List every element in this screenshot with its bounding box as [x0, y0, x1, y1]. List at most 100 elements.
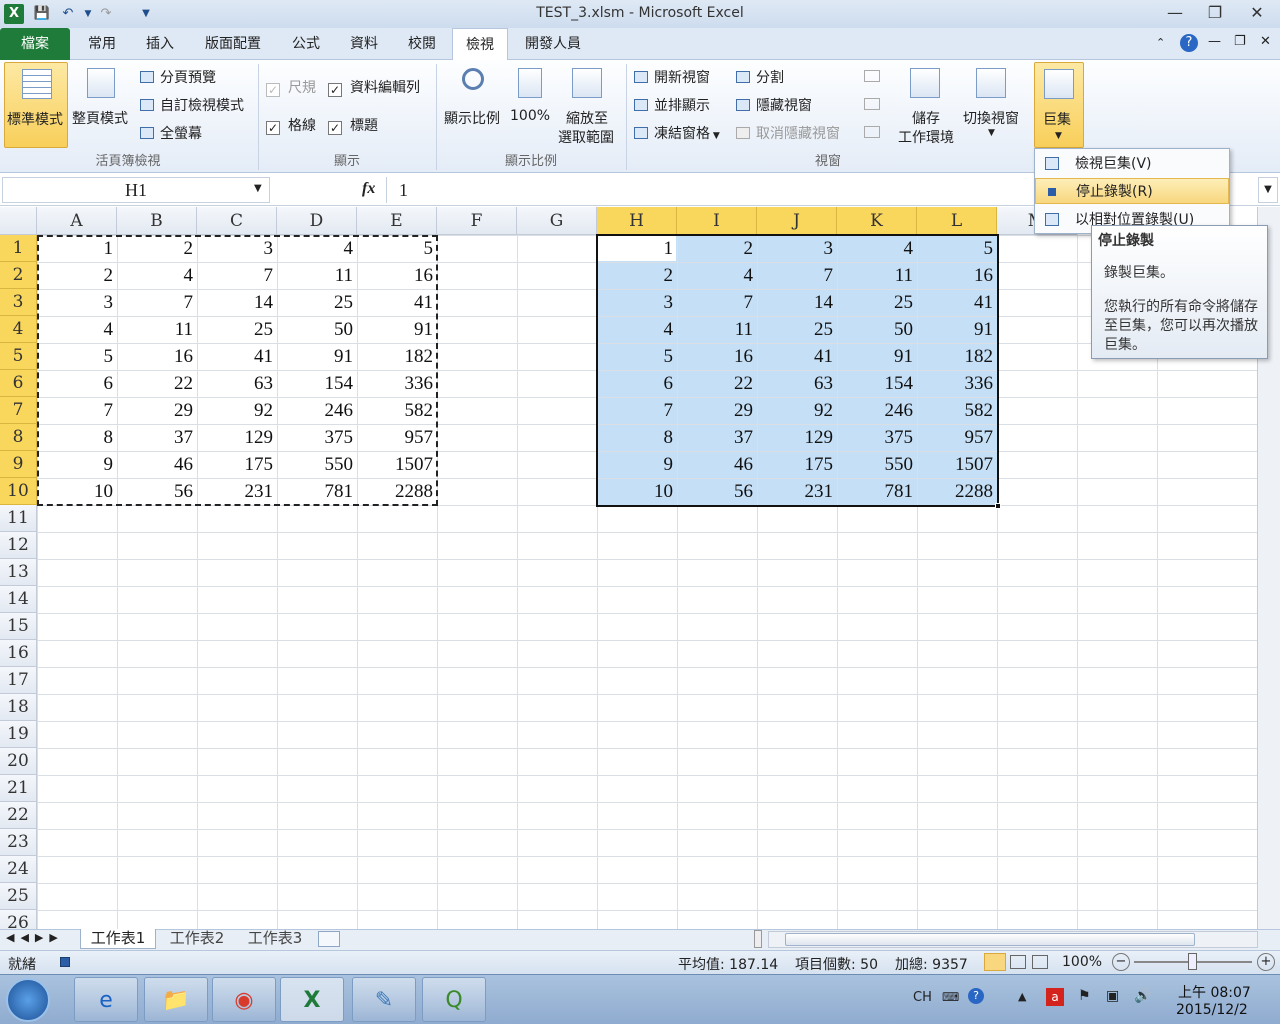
tab-split-handle[interactable] [754, 930, 762, 948]
zoom-level[interactable]: 100% [1062, 954, 1102, 970]
column-header[interactable]: L [917, 207, 997, 235]
headings-checkbox[interactable]: ✓ 標題 [328, 115, 378, 135]
row-header[interactable]: 18 [0, 694, 37, 721]
page-break-status-icon[interactable] [1032, 955, 1048, 969]
clock-date[interactable]: 2015/12/2 [1176, 1002, 1248, 1018]
row-header[interactable]: 15 [0, 613, 37, 640]
normal-view-button[interactable]: 標準模式 [4, 62, 68, 148]
column-header[interactable]: J [757, 207, 837, 235]
row-header[interactable]: 5 [0, 343, 37, 370]
row-header[interactable]: 3 [0, 289, 37, 316]
hide-window-button[interactable]: 隱藏視窗 [736, 95, 812, 115]
doc-minimize-icon[interactable]: — [1208, 34, 1221, 49]
column-header[interactable]: G [517, 207, 597, 235]
column-header[interactable]: I [677, 207, 757, 235]
row-header[interactable]: 8 [0, 424, 37, 451]
ribbon-collapse-icon[interactable]: ⌃ [1156, 36, 1165, 49]
close-button[interactable]: ✕ [1240, 2, 1274, 24]
tab-developer[interactable]: 開發人員 [514, 28, 592, 60]
row-header[interactable]: 23 [0, 829, 37, 856]
column-header[interactable]: F [437, 207, 517, 235]
row-header[interactable]: 20 [0, 748, 37, 775]
start-button[interactable] [6, 978, 50, 1022]
clock-time[interactable]: 上午 08:07 [1178, 982, 1251, 1002]
page-layout-button[interactable]: 整頁模式 [70, 62, 134, 148]
zoom-in-icon[interactable]: + [1257, 953, 1275, 971]
horizontal-scrollbar[interactable] [768, 931, 1258, 948]
row-header[interactable]: 9 [0, 451, 37, 478]
zoom-out-icon[interactable]: − [1112, 953, 1130, 971]
insert-function-icon[interactable]: fx [362, 180, 375, 198]
row-header[interactable]: 1 [0, 235, 37, 262]
help-icon[interactable]: ? [1180, 34, 1198, 52]
row-header[interactable]: 19 [0, 721, 37, 748]
antivirus-icon[interactable]: a [1046, 988, 1064, 1006]
name-box-dropdown-icon[interactable]: ▼ [254, 183, 262, 194]
new-window-button[interactable]: 開新視窗 [634, 67, 710, 87]
doc-restore-icon[interactable]: ❐ [1234, 34, 1246, 49]
zoom-to-selection-button[interactable]: 縮放至 選取範圍 [556, 62, 622, 148]
full-screen-button[interactable]: 全螢幕 [140, 123, 202, 143]
insert-sheet-icon[interactable] [318, 931, 340, 947]
row-header[interactable]: 11 [0, 505, 37, 532]
expand-formula-icon[interactable]: ▼ [1258, 177, 1278, 203]
horizontal-scroll-thumb[interactable] [785, 933, 1195, 946]
row-header[interactable]: 24 [0, 856, 37, 883]
tab-data[interactable]: 資料 [338, 28, 390, 60]
ruler-checkbox[interactable]: ✓ 尺規 [266, 77, 316, 97]
network-icon[interactable]: ▣ [1106, 988, 1119, 1004]
row-header[interactable]: 13 [0, 559, 37, 586]
row-header[interactable]: 17 [0, 667, 37, 694]
column-header[interactable]: A [37, 207, 117, 235]
zoom-button[interactable]: 顯示比例 [442, 62, 506, 148]
zoom-100-button[interactable]: 100% [508, 62, 554, 148]
row-header[interactable]: 10 [0, 478, 37, 505]
arrange-all-button[interactable]: 並排顯示 [634, 95, 710, 115]
split-button[interactable]: 分割 [736, 67, 784, 87]
stop-macro-status-icon[interactable] [60, 957, 70, 967]
row-header[interactable]: 22 [0, 802, 37, 829]
zoom-slider-thumb[interactable] [1188, 953, 1197, 970]
row-header[interactable]: 12 [0, 532, 37, 559]
minimize-button[interactable]: — [1158, 2, 1192, 24]
custom-views-button[interactable]: 自訂檢視模式 [140, 95, 244, 115]
input-language[interactable]: CH [913, 990, 932, 1005]
notepad-icon[interactable]: ✎ [352, 977, 416, 1022]
page-break-preview-button[interactable]: 分頁預覽 [140, 67, 216, 87]
switch-windows-button[interactable]: 切換視窗 ▼ [960, 62, 1026, 148]
excel-taskbar-icon[interactable]: X [280, 977, 344, 1022]
macros-button[interactable]: 巨集 ▼ [1034, 62, 1084, 148]
name-box[interactable]: H1 [2, 177, 270, 203]
normal-view-status-icon[interactable] [984, 953, 1006, 971]
column-header[interactable]: C [197, 207, 277, 235]
sheet-tab-2[interactable]: 工作表2 [160, 929, 234, 949]
row-header[interactable]: 26 [0, 910, 37, 929]
fill-handle[interactable] [995, 503, 1001, 509]
save-workspace-button[interactable]: 儲存 工作環境 [896, 62, 958, 148]
menu-item-view-macros[interactable]: 檢視巨集(V) [1035, 151, 1229, 177]
page-layout-status-icon[interactable] [1010, 955, 1026, 969]
action-center-icon[interactable]: ⚑ [1078, 988, 1091, 1004]
sheet-nav-arrows-icon[interactable]: ◀◀▶▶ [6, 931, 64, 944]
column-header[interactable]: K [837, 207, 917, 235]
sheet-tab-1[interactable]: 工作表1 [80, 929, 156, 949]
chrome-icon[interactable]: ◉ [212, 977, 276, 1022]
row-header[interactable]: 4 [0, 316, 37, 343]
column-header[interactable]: E [357, 207, 437, 235]
tab-review[interactable]: 校閱 [396, 28, 448, 60]
explorer-icon[interactable]: 📁 [144, 977, 208, 1022]
row-header[interactable]: 6 [0, 370, 37, 397]
restore-button[interactable]: ❐ [1198, 2, 1232, 24]
gridlines-checkbox[interactable]: ✓ 格線 [266, 115, 316, 135]
column-header[interactable]: D [277, 207, 357, 235]
help-tray-icon[interactable]: ? [968, 988, 984, 1004]
ie-icon[interactable]: e [74, 977, 138, 1022]
column-header[interactable]: H [597, 207, 677, 235]
tab-file[interactable]: 檔案 [0, 28, 70, 60]
row-header[interactable]: 7 [0, 397, 37, 424]
select-all-button[interactable] [0, 207, 37, 235]
row-header[interactable]: 21 [0, 775, 37, 802]
tab-insert[interactable]: 插入 [134, 28, 186, 60]
show-hidden-icons[interactable]: ▲ [1018, 990, 1026, 1003]
keyboard-icon[interactable]: ⌨ [942, 990, 959, 1004]
